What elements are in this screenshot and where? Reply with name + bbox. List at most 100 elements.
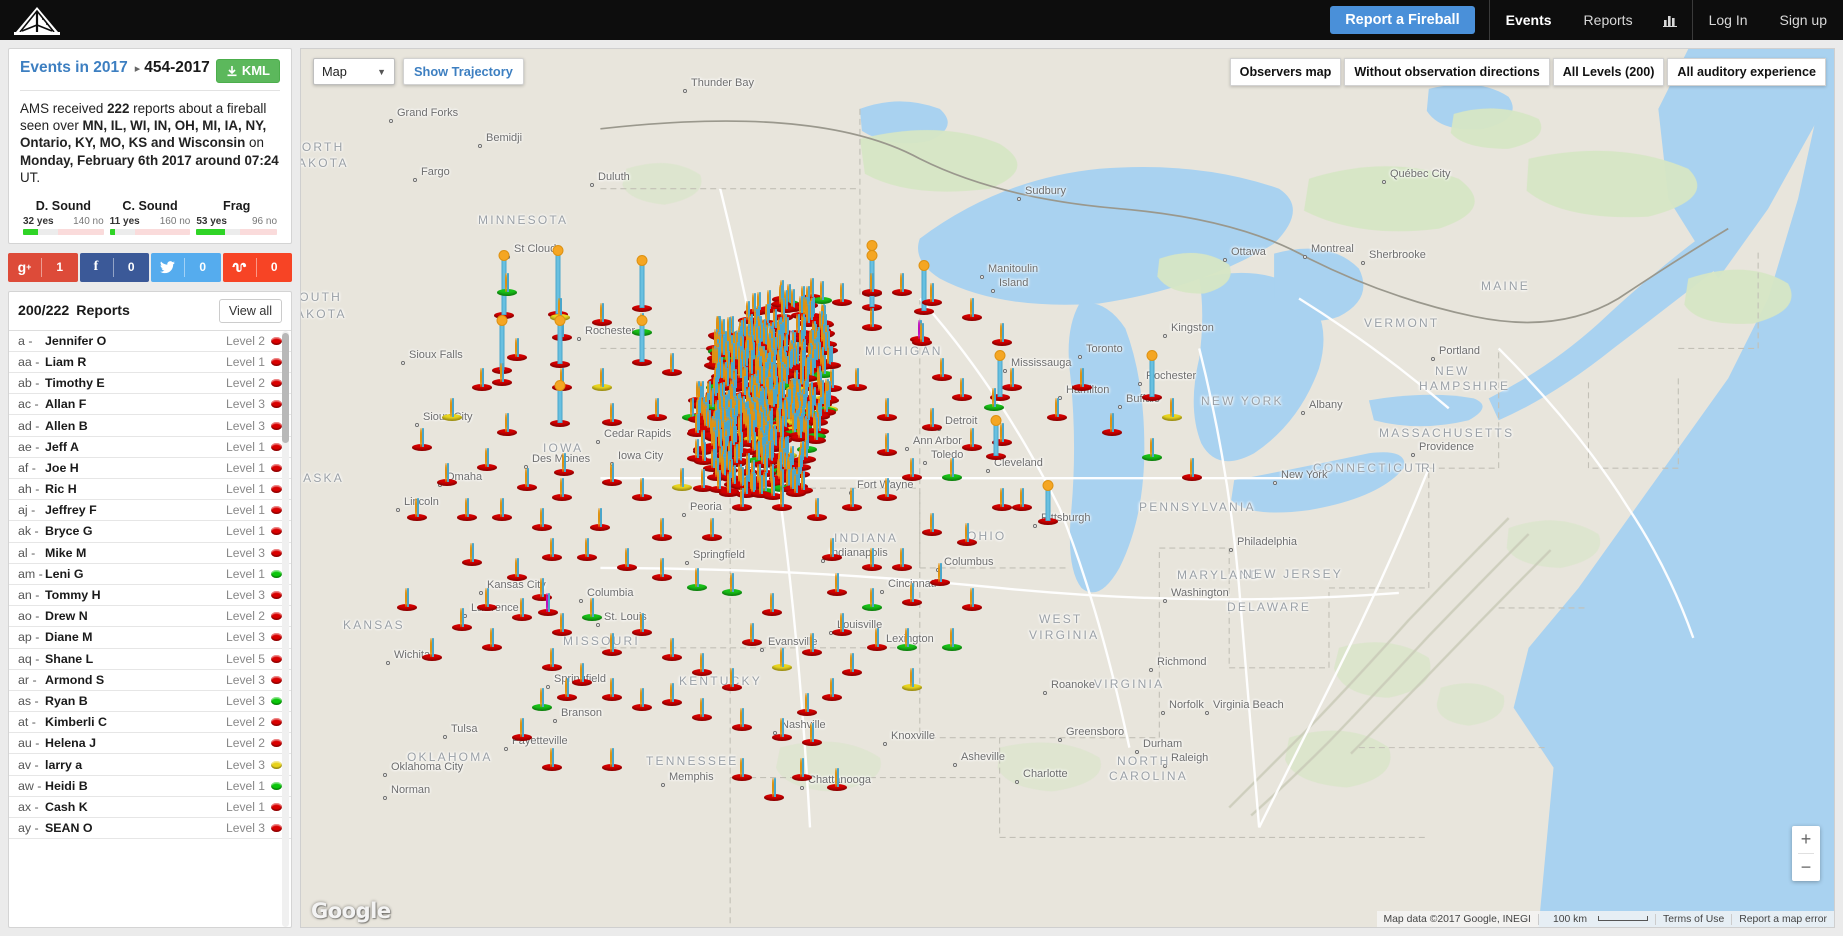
report-row[interactable]: ae -Jeff ALevel 1 (9, 437, 291, 458)
report-observer-name: Ric H (45, 482, 77, 496)
report-row[interactable]: aj -Jeffrey FLevel 1 (9, 500, 291, 521)
report-index: ad - (18, 419, 45, 433)
share-google-plus-button[interactable]: g+ 1 (8, 253, 78, 282)
share-twitter-button[interactable]: 0 (151, 253, 221, 282)
report-observer-name: Ryan B (45, 694, 88, 708)
stat-no: 160 no (160, 216, 191, 227)
report-status-dot-icon (271, 697, 282, 705)
report-row[interactable]: au -Helena JLevel 2 (9, 733, 291, 754)
report-status-dot-icon (271, 464, 282, 472)
nav-right-group: Report a Fireball Events Reports Log In … (1330, 0, 1843, 40)
report-status-dot-icon (271, 718, 282, 726)
view-all-reports-button[interactable]: View all (219, 299, 282, 323)
report-level: Level 1 (226, 779, 265, 793)
terms-of-use-link[interactable]: Terms of Use (1656, 914, 1731, 925)
report-status-dot-icon (271, 400, 282, 408)
report-row[interactable]: aa -Liam RLevel 1 (9, 352, 291, 373)
stumbleupon-count: 0 (257, 253, 293, 282)
desc-part-1: AMS received (20, 101, 107, 116)
stat-yes: 11 yes (110, 216, 140, 227)
report-row[interactable]: ac -Allan FLevel 3 (9, 394, 291, 415)
scale-bar-icon (1598, 916, 1648, 921)
report-status-dot-icon (271, 485, 282, 493)
report-observer-name: Drew N (45, 609, 88, 623)
ams-logo[interactable] (6, 0, 68, 40)
nav-link-statistics[interactable] (1649, 0, 1692, 40)
map-type-select[interactable]: Map ▼ (313, 58, 395, 85)
report-observer-name: Allen B (45, 419, 88, 433)
stat-yes: 32 yes (23, 216, 54, 227)
share-facebook-button[interactable]: f 0 (80, 253, 150, 282)
report-row[interactable]: ap -Diane MLevel 3 (9, 627, 291, 648)
report-status-dot-icon (271, 527, 282, 535)
report-level: Level 2 (226, 715, 265, 729)
nav-link-signup[interactable]: Sign up (1764, 0, 1843, 40)
report-observer-name: Heidi B (45, 779, 88, 793)
report-level: Level 2 (226, 609, 265, 623)
report-row[interactable]: ab -Timothy ELevel 2 (9, 373, 291, 394)
report-row[interactable]: at -Kimberli CLevel 2 (9, 712, 291, 733)
filter-observers-map[interactable]: Observers map (1230, 58, 1342, 86)
report-row[interactable]: an -Tommy HLevel 3 (9, 585, 291, 606)
filter-observation-directions[interactable]: Without observation directions (1344, 58, 1549, 86)
report-status-dot-icon (271, 782, 282, 790)
report-row[interactable]: ak -Bryce GLevel 1 (9, 521, 291, 542)
report-row[interactable]: aq -Shane LLevel 5 (9, 649, 291, 670)
nav-link-events[interactable]: Events (1490, 0, 1568, 40)
report-row[interactable]: al -Mike MLevel 3 (9, 543, 291, 564)
report-row[interactable]: a -Jennifer OLevel 2 (9, 331, 291, 352)
zoom-out-button[interactable]: − (1792, 854, 1820, 881)
report-row[interactable]: ah -Ric H Level 1 (9, 479, 291, 500)
filter-auditory-experience[interactable]: All auditory experience (1667, 58, 1826, 86)
report-row[interactable]: av -larry aLevel 3 (9, 754, 291, 775)
report-level: Level 3 (226, 546, 265, 560)
event-summary-panel: Events in 2017 ▸ 454-2017 KML AMS receiv… (8, 48, 292, 244)
report-observer-name: Allan F (45, 397, 86, 411)
map-container[interactable]: Thunder BayGrand ForksBemidjiDuluthSudbu… (300, 48, 1835, 928)
page-body: Events in 2017 ▸ 454-2017 KML AMS receiv… (0, 40, 1843, 936)
events-year-link[interactable]: Events in 2017 (20, 59, 128, 77)
report-row[interactable]: as -Ryan BLevel 3 (9, 691, 291, 712)
report-map-error-link[interactable]: Report a map error (1732, 914, 1834, 925)
google-plus-count: 1 (42, 253, 78, 282)
facebook-count: 0 (114, 253, 150, 282)
report-row[interactable]: af -Joe HLevel 1 (9, 458, 291, 479)
report-index: a - (18, 334, 45, 348)
report-level: Level 1 (226, 482, 265, 496)
download-kml-button[interactable]: KML (216, 59, 280, 83)
reports-scrollbar-thumb[interactable] (282, 333, 289, 443)
report-level: Level 1 (226, 800, 265, 814)
report-observer-name: Jeffrey F (45, 503, 97, 517)
report-row[interactable]: aw -Heidi BLevel 1 (9, 776, 291, 797)
share-stumbleupon-button[interactable]: 0 (223, 253, 293, 282)
report-row[interactable]: ao -Drew NLevel 2 (9, 606, 291, 627)
report-row[interactable]: ay -SEAN OLevel 3 (9, 818, 291, 839)
stat-concurrent-sound: C. Sound 11 yes 160 no (107, 199, 194, 235)
report-index: an - (18, 588, 45, 602)
nav-link-reports[interactable]: Reports (1568, 0, 1649, 40)
zoom-in-button[interactable]: + (1792, 826, 1820, 853)
facebook-icon: f (80, 253, 113, 282)
stat-bar (196, 229, 277, 235)
report-status-dot-icon (271, 676, 282, 684)
report-index: ah - (18, 482, 45, 496)
report-status-dot-icon (271, 739, 282, 747)
reports-list[interactable]: a -Jennifer OLevel 2aa -Liam RLevel 1ab … (9, 331, 291, 927)
report-row[interactable]: ar -Armond SLevel 3 (9, 670, 291, 691)
report-index: ac - (18, 397, 45, 411)
reports-panel: 200/222Reports View all a -Jennifer OLev… (8, 291, 292, 928)
report-index: ar - (18, 673, 45, 687)
social-share-row: g+ 1 f 0 0 0 (8, 253, 292, 282)
google-logo: Google (311, 899, 391, 923)
stat-title: D. Sound (23, 199, 104, 213)
filter-levels[interactable]: All Levels (200) (1553, 58, 1665, 86)
report-level: Level 2 (226, 736, 265, 750)
report-level: Level 3 (226, 630, 265, 644)
report-a-fireball-button[interactable]: Report a Fireball (1330, 6, 1474, 34)
report-row[interactable]: ax -Cash KLevel 1 (9, 797, 291, 818)
report-row[interactable]: ad -Allen BLevel 3 (9, 415, 291, 436)
report-row[interactable]: am -Leni GLevel 1 (9, 564, 291, 585)
nav-link-login[interactable]: Log In (1693, 0, 1764, 40)
show-trajectory-button[interactable]: Show Trajectory (403, 58, 524, 85)
twitter-bird-icon (151, 253, 184, 282)
